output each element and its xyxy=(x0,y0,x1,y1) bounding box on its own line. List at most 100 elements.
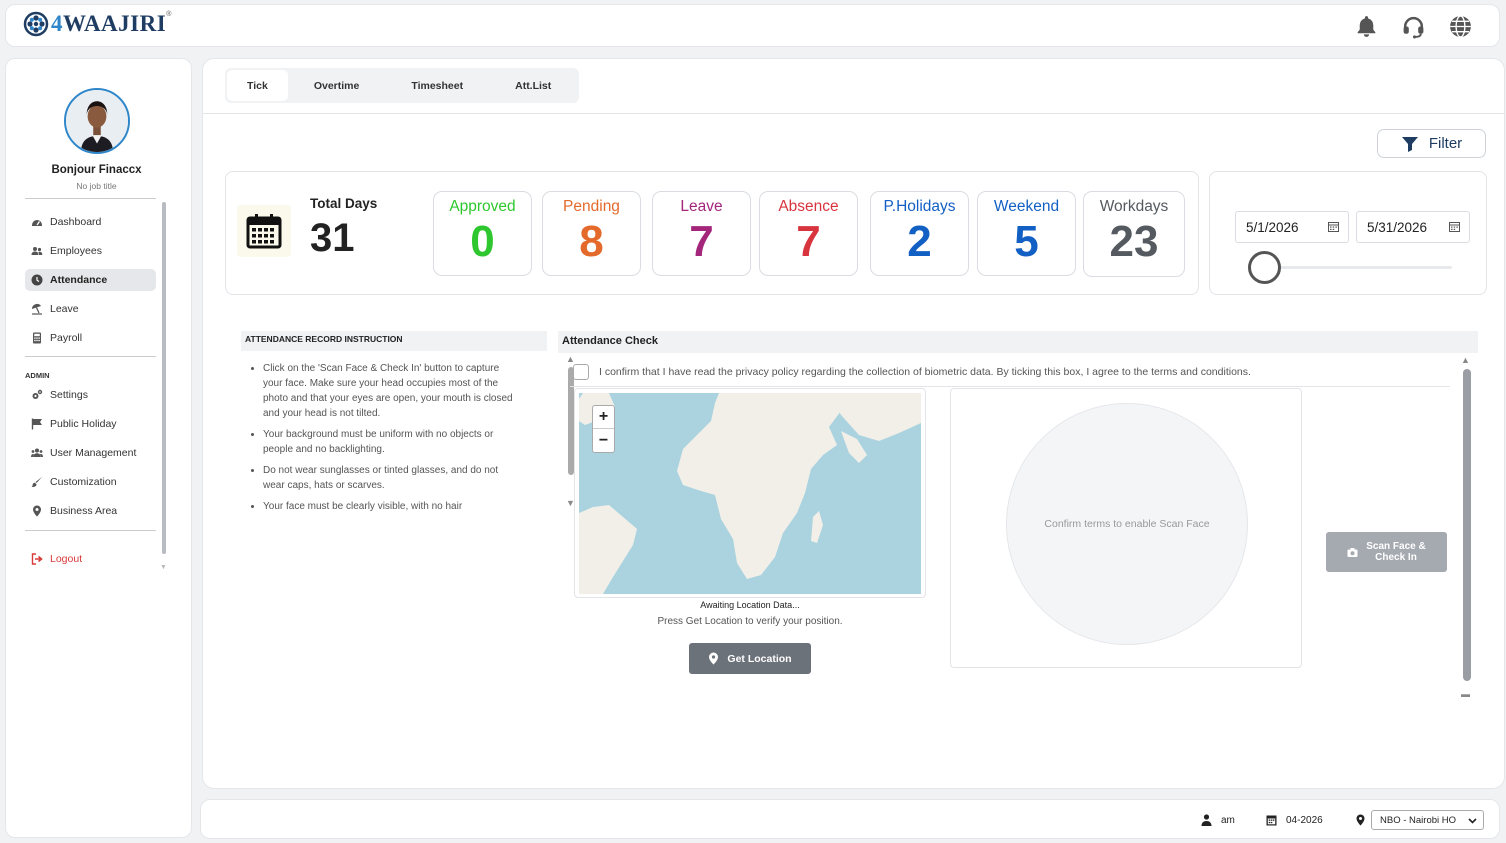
stat-public-holidays[interactable]: P.Holidays 2 xyxy=(870,191,969,276)
attendance-tabs: Tick Overtime Timesheet Att.List xyxy=(225,68,580,103)
sidebar-item-customization[interactable]: Customization xyxy=(25,471,156,493)
main-content: Tick Overtime Timesheet Att.List Filter … xyxy=(202,58,1505,789)
instructions-list: Click on the 'Scan Face & Check In' butt… xyxy=(241,351,529,515)
beach-umbrella-icon xyxy=(32,304,42,315)
scroll-down-icon[interactable]: ▬ xyxy=(1461,689,1470,699)
user-photo xyxy=(66,90,128,152)
calendar-small-icon[interactable] xyxy=(1449,221,1460,232)
calendar-icon-box xyxy=(237,205,291,257)
stat-workdays[interactable]: Workdays 23 xyxy=(1083,191,1185,277)
sidebar-item-employees[interactable]: Employees xyxy=(25,240,156,262)
stat-absence[interactable]: Absence 7 xyxy=(759,191,858,276)
tab-att-list[interactable]: Att.List xyxy=(489,70,577,101)
sidebar-scroll-down-icon[interactable]: ▼ xyxy=(160,564,167,571)
stat-label: Leave xyxy=(680,198,723,215)
filter-button[interactable]: Filter xyxy=(1377,129,1486,158)
avatar[interactable] xyxy=(64,88,130,154)
globe-icon[interactable] xyxy=(1448,14,1473,39)
location-map[interactable]: + − xyxy=(574,388,926,598)
app-logo[interactable]: 4WAAJIRI ® xyxy=(23,11,171,37)
sidebar-item-label: Customization xyxy=(50,476,117,488)
sidebar-item-payroll[interactable]: Payroll xyxy=(25,327,156,349)
branch-select[interactable]: NBO - Nairobi HO xyxy=(1371,810,1484,830)
bell-icon[interactable] xyxy=(1354,14,1379,39)
stat-weekend[interactable]: Weekend 5 xyxy=(977,191,1076,276)
sidebar-scrollbar[interactable] xyxy=(162,202,166,554)
sidebar-item-label: Public Holiday xyxy=(50,418,117,430)
sidebar-item-label: Attendance xyxy=(50,274,108,286)
location-pin-icon xyxy=(1356,814,1365,826)
map-zoom-controls: + − xyxy=(592,405,615,453)
sidebar-item-label: Settings xyxy=(50,389,88,401)
logo-trademark: ® xyxy=(166,10,172,18)
consent-checkbox[interactable] xyxy=(573,364,589,380)
end-date-input[interactable]: 5/31/2026 xyxy=(1356,211,1470,243)
sidebar-item-attendance[interactable]: Attendance xyxy=(25,269,156,291)
tab-overtime[interactable]: Overtime xyxy=(288,70,386,101)
calendar-small-icon[interactable] xyxy=(1328,221,1339,232)
instruction-item: Click on the 'Scan Face & Check In' butt… xyxy=(263,361,521,421)
date-slider-handle[interactable] xyxy=(1248,251,1281,284)
logo-prefix: 4 xyxy=(51,11,63,36)
logout-button[interactable]: Logout xyxy=(25,548,156,570)
zoom-in-button[interactable]: + xyxy=(593,406,614,429)
stat-value: 23 xyxy=(1109,217,1159,266)
scroll-up-icon[interactable]: ▲ xyxy=(1461,355,1470,365)
sidebar-item-public-holiday[interactable]: Public Holiday xyxy=(25,413,156,435)
start-date-input[interactable]: 5/1/2026 xyxy=(1235,211,1349,243)
footer-user-value: am xyxy=(1221,814,1235,826)
total-days-label: Total Days xyxy=(310,196,378,211)
sidebar-divider xyxy=(25,198,156,199)
sidebar-admin-nav: ADMIN Settings Public Holiday User Manag… xyxy=(25,369,156,529)
sidebar-item-label: Payroll xyxy=(50,332,83,344)
instructions-title: ATTENDANCE RECORD INSTRUCTION xyxy=(241,331,547,351)
user-icon xyxy=(1201,814,1212,826)
stat-label: Weekend xyxy=(993,198,1060,215)
scan-face-check-in-button[interactable]: Scan Face & Check In xyxy=(1326,532,1447,572)
sidebar-item-settings[interactable]: Settings xyxy=(25,384,156,406)
get-location-button[interactable]: Get Location xyxy=(689,643,811,674)
stat-label: P.Holidays xyxy=(883,198,956,215)
headset-icon[interactable] xyxy=(1401,14,1426,39)
footer-user: am xyxy=(1201,814,1235,826)
scan-button-line2: Check In xyxy=(1375,552,1417,563)
user-name: Bonjour Finaccx xyxy=(51,164,142,176)
instruction-item: Your background must be uniform with no … xyxy=(263,427,521,457)
end-date-value: 5/31/2026 xyxy=(1367,219,1428,235)
stat-pending[interactable]: Pending 8 xyxy=(542,191,641,276)
instruction-item: Your face must be clearly visible, with … xyxy=(263,499,521,514)
consent-text: I confirm that I have read the privacy p… xyxy=(599,366,1251,378)
sidebar-item-business-area[interactable]: Business Area xyxy=(25,500,156,522)
face-scan-placeholder: Confirm terms to enable Scan Face xyxy=(1006,403,1248,645)
chevron-down-icon xyxy=(1468,818,1477,824)
location-pin-icon xyxy=(33,505,41,517)
sidebar-item-dashboard[interactable]: Dashboard xyxy=(25,211,156,233)
stat-leave[interactable]: Leave 7 xyxy=(652,191,751,276)
sidebar-item-label: Leave xyxy=(50,303,79,315)
stat-value: 5 xyxy=(1014,217,1039,266)
stat-value: 0 xyxy=(470,217,495,266)
attendance-check-scrollbar[interactable] xyxy=(1463,369,1471,681)
instruction-item: Do not wear sunglasses or tinted glasses… xyxy=(263,463,521,493)
stat-approved[interactable]: Approved 0 xyxy=(433,191,532,276)
sidebar-item-label: User Management xyxy=(50,447,137,459)
stat-value: 2 xyxy=(907,217,932,266)
sidebar-logout-nav: Logout xyxy=(25,548,156,577)
stat-label: Pending xyxy=(563,198,620,215)
tab-tick[interactable]: Tick xyxy=(227,70,288,101)
map-view[interactable]: + − xyxy=(579,393,921,594)
status-footer: am 04-2026 NBO - Nairobi HO xyxy=(200,799,1500,839)
consent-divider xyxy=(570,386,1450,387)
stats-card: Total Days 31 Approved 0 Pending 8 Leave… xyxy=(225,171,1199,295)
start-date-value: 5/1/2026 xyxy=(1246,219,1299,235)
sidebar-item-user-management[interactable]: User Management xyxy=(25,442,156,464)
sidebar-item-leave[interactable]: Leave xyxy=(25,298,156,320)
face-scan-area: Confirm terms to enable Scan Face xyxy=(950,388,1302,668)
tab-timesheet[interactable]: Timesheet xyxy=(385,70,489,101)
footer-period: 04-2026 xyxy=(1266,814,1323,826)
zoom-out-button[interactable]: − xyxy=(593,429,614,452)
calendar-icon xyxy=(1266,815,1277,826)
stat-value: 8 xyxy=(579,217,604,266)
sidebar-item-label: Business Area xyxy=(50,505,118,517)
logo-text: 4WAAJIRI xyxy=(51,11,166,37)
